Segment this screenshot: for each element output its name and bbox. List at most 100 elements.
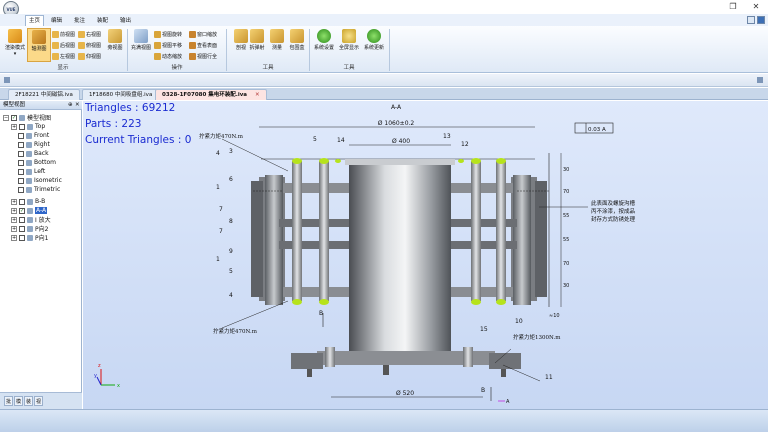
group-label-system: 工具	[343, 65, 355, 71]
render-mode-button[interactable]: 渲染模式 ▾	[3, 28, 27, 62]
view-icon	[27, 207, 33, 214]
tree-item-bottom[interactable]: Bottom	[18, 158, 56, 167]
view-icon	[27, 216, 33, 223]
tree-item-back[interactable]: Back	[18, 149, 49, 158]
tree-item-top[interactable]: + Top	[11, 122, 45, 131]
view-icon	[26, 159, 32, 166]
tree-item-front[interactable]: Front	[18, 131, 49, 140]
bounding-view-button[interactable]: 旁视图	[103, 28, 127, 62]
views-icon	[19, 114, 25, 121]
group-label-operate: 操作	[171, 65, 183, 71]
cube-icon	[52, 41, 59, 49]
help-icon[interactable]	[747, 16, 755, 24]
tab-output[interactable]: 输出	[116, 16, 135, 26]
tab-annotate[interactable]: 批注	[70, 16, 89, 26]
back-view-button[interactable]: 后视图	[52, 40, 75, 50]
rotate-icon	[154, 30, 161, 38]
cube-icon	[78, 52, 85, 60]
close-tab-icon[interactable]: ✕	[255, 92, 260, 98]
section-title: A-A	[391, 104, 402, 111]
axis-x-label: x	[117, 383, 120, 389]
bounding-box-button[interactable]: 包围盒	[285, 28, 309, 62]
panel-bottom-tabs: 批 模 装 视	[0, 392, 82, 409]
tree-root[interactable]: − ✓ 模型视图	[3, 113, 51, 122]
balloon: 1	[216, 256, 220, 263]
cube-icon	[78, 41, 85, 49]
ribbon-tab-bar: 主页 编辑 批注 装配 输出	[0, 14, 768, 26]
axis-y-label: y	[94, 373, 97, 379]
view-all-button[interactable]: 视图行全	[189, 51, 217, 61]
system-update-button[interactable]: 系统更新	[362, 28, 386, 62]
view-rotate-button[interactable]: 视图旋转	[154, 29, 182, 39]
3d-viewport[interactable]: Triangles : 69212 Parts : 223 Current Tr…	[83, 101, 768, 409]
doc-tab[interactable]: 1F18680 中间吸盘组.iva	[82, 89, 160, 100]
front-view-button[interactable]: 前视图	[52, 29, 75, 39]
view-icon	[26, 186, 32, 193]
left-view-button[interactable]: 左视图	[52, 51, 75, 61]
panel-tab-model[interactable]: 模	[14, 396, 24, 406]
note-line: 丙不涂漆，按成品	[591, 207, 636, 215]
tab-edit[interactable]: 编辑	[47, 16, 66, 26]
tab-home[interactable]: 主页	[25, 15, 44, 26]
dim-inner-diameter: Ø 400	[392, 138, 410, 145]
surface-icon	[189, 41, 196, 49]
zoom-icon	[154, 52, 161, 60]
tree-item-left[interactable]: Left	[18, 167, 45, 176]
fullscreen-view-button[interactable]: 充满视图	[130, 28, 152, 62]
restore-button[interactable]: ❐	[727, 1, 739, 12]
balloon: 1	[216, 184, 220, 191]
view-icon	[26, 168, 32, 175]
panel-tab-assembly[interactable]: 装	[24, 396, 34, 406]
panel-tab-view[interactable]: 视	[34, 396, 44, 406]
balloon: 10	[515, 318, 523, 325]
dim-right: ≈10	[549, 313, 560, 319]
tree-item-p2[interactable]: + P向2	[11, 224, 48, 233]
note-line: 此表面及螺旋沟槽	[591, 199, 636, 207]
drawing-geometry	[96, 122, 614, 402]
tree-item-p1[interactable]: + P向1	[11, 233, 48, 242]
balloon: 15	[480, 326, 488, 333]
window-zoom-icon	[189, 30, 196, 38]
balloon: 6	[229, 176, 233, 183]
dim-right: 70	[563, 261, 569, 267]
close-button[interactable]: ✕	[750, 1, 762, 12]
bottom-view-button[interactable]: 仰视图	[78, 51, 101, 61]
dim-right: 55	[563, 237, 569, 243]
balloon: 7	[219, 206, 223, 213]
ribbon-collapse-icon[interactable]	[757, 77, 763, 83]
tab-assembly[interactable]: 装配	[93, 16, 112, 26]
close-panel-icon[interactable]: ✕	[75, 101, 80, 110]
doc-tab-active[interactable]: 0328-1F07080 集电环装配.iva ✕	[155, 89, 267, 100]
torque-right-label: 拧紧力矩1300N.m	[513, 333, 561, 341]
top-view-button[interactable]: 俯视图	[78, 40, 101, 50]
view-pan-button[interactable]: 视图平移	[154, 40, 182, 50]
tree-item-isometric[interactable]: Isometric	[18, 176, 62, 185]
magnifier-icon	[134, 29, 148, 43]
balloon: 5	[313, 136, 317, 143]
dynamic-zoom-button[interactable]: 动态缩放	[154, 51, 182, 61]
pin-icon[interactable]: ⊕	[68, 101, 73, 110]
system-settings-button[interactable]: 系统设置	[312, 28, 336, 62]
balloon: 14	[337, 137, 345, 144]
info-icon[interactable]	[757, 16, 765, 24]
tree-item-trimetric[interactable]: Trimetric	[18, 185, 60, 194]
fit-icon	[189, 52, 196, 60]
status-bar	[0, 409, 768, 432]
tree-item-b-b[interactable]: + B-B	[11, 197, 45, 206]
view-surface-button[interactable]: 查看表面	[189, 40, 217, 50]
title-bar: VUE ❐ ✕	[0, 0, 768, 17]
right-view-button[interactable]: 右视图	[78, 29, 101, 39]
panel-tab-annotate[interactable]: 批	[4, 396, 14, 406]
window-zoom-button[interactable]: 窗口缩放	[189, 29, 217, 39]
doc-tab[interactable]: 2F18221 中间磁铝.iva	[8, 89, 80, 100]
fullscreen-button[interactable]: 全屏显示	[337, 28, 361, 62]
section-marker: B	[481, 387, 485, 394]
tree-item-right[interactable]: Right	[18, 140, 50, 149]
axis-view-button[interactable]: 轴测图	[27, 28, 51, 62]
tree-item-detail[interactable]: + I 放大	[11, 215, 51, 224]
qat-dropdown-icon[interactable]	[4, 77, 10, 83]
balloon: 12	[461, 141, 469, 148]
balloon: 4	[229, 292, 233, 299]
tree-item-a-a[interactable]: + ✓ A-A	[11, 206, 48, 215]
view-icon	[27, 234, 33, 241]
